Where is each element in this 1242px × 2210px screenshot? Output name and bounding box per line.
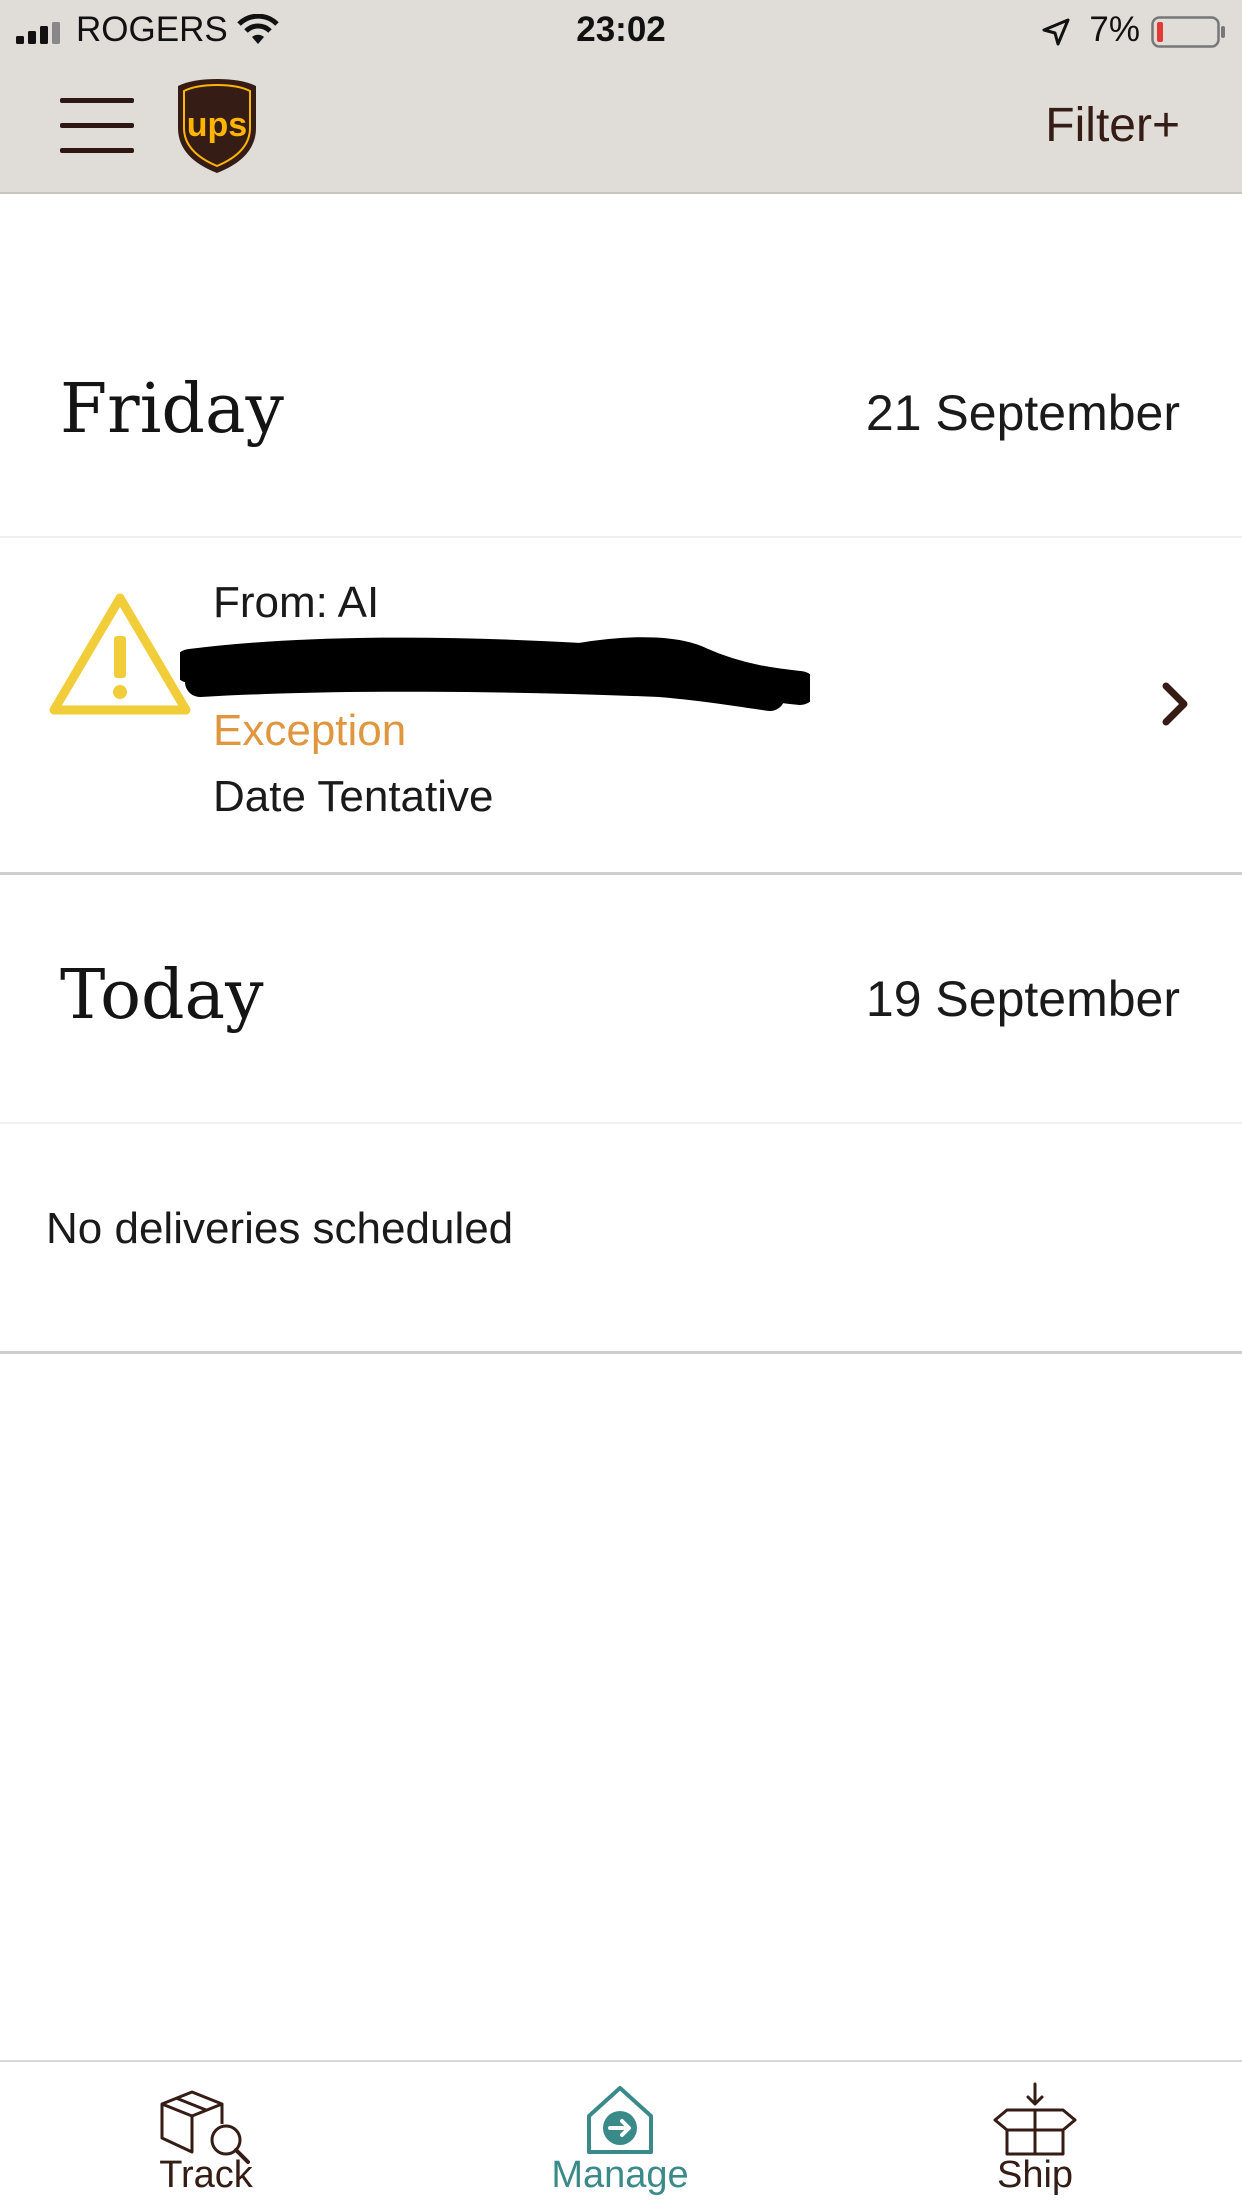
tab-ship[interactable]: Ship <box>885 2062 1185 2210</box>
day-header-friday: Friday 21 September <box>0 338 1242 478</box>
delivery-date-status: Date Tentative <box>213 772 494 821</box>
filter-button[interactable]: Filter+ <box>1045 98 1180 153</box>
manage-home-icon <box>587 2086 653 2154</box>
battery-percent: 7% <box>1089 10 1140 49</box>
status-bar: ROGERS 23:02 7% <box>0 0 1242 62</box>
section-divider <box>0 1351 1242 1354</box>
day-date: 19 September <box>865 971 1180 1027</box>
location-arrow-icon <box>1042 18 1070 46</box>
section-divider <box>0 872 1242 875</box>
day-title: Friday <box>60 370 284 449</box>
warning-icon <box>49 593 191 715</box>
tab-label: Ship <box>996 2154 1074 2196</box>
tab-track[interactable]: Track <box>56 2062 356 2210</box>
svg-text:ups: ups <box>187 106 247 144</box>
shipment-sender: From: AI <box>213 578 380 627</box>
divider <box>0 1122 1242 1124</box>
battery-icon <box>1151 16 1225 48</box>
shipment-row[interactable]: From: AI Exception Date Tentative <box>0 540 1242 872</box>
tab-label: Manage <box>551 2154 689 2196</box>
divider <box>0 536 1242 538</box>
day-date: 21 September <box>865 385 1180 441</box>
day-header-today: Today 19 September <box>0 924 1242 1064</box>
day-title: Today <box>60 956 264 1035</box>
ups-logo: ups <box>178 79 256 173</box>
hamburger-menu-icon[interactable] <box>60 98 134 154</box>
tab-manage[interactable]: Manage <box>470 2062 770 2210</box>
empty-deliveries-message: No deliveries scheduled <box>46 1204 514 1253</box>
tab-label: Track <box>159 2154 253 2196</box>
bottom-tab-bar: Track Manage Ship <box>0 2060 1242 2210</box>
chevron-right-icon[interactable] <box>1158 680 1192 728</box>
redacted-tracking-scribble <box>180 637 810 711</box>
shipment-status: Exception <box>213 706 407 755</box>
app-header: ups Filter+ <box>0 62 1242 194</box>
